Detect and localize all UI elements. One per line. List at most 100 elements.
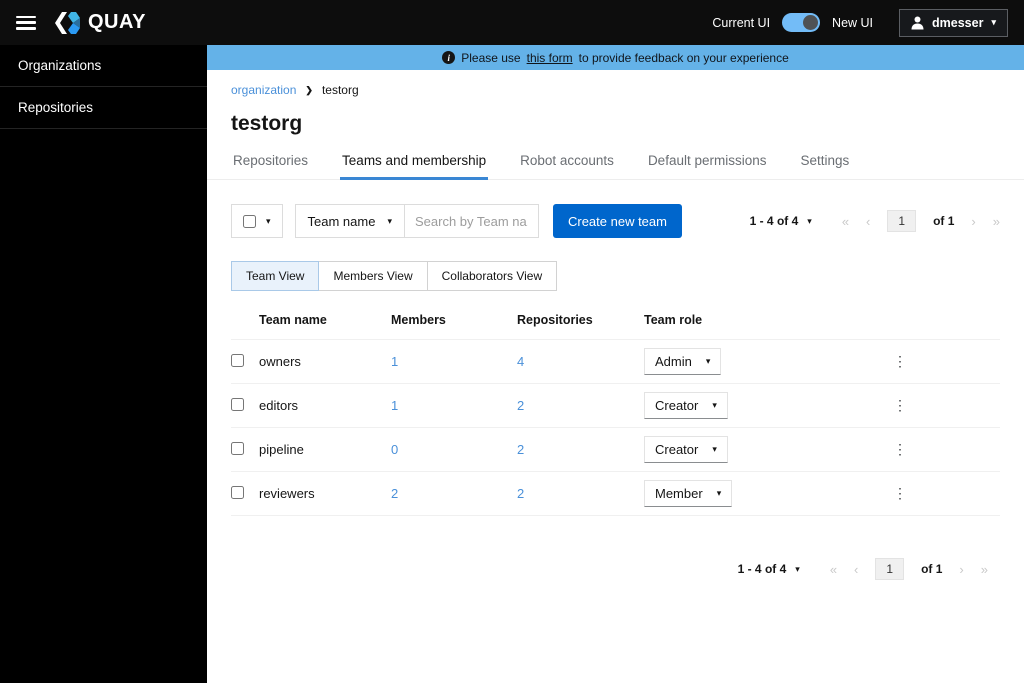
new-ui-label: New UI: [832, 15, 874, 30]
pagination-range: 1 - 4 of 4: [737, 562, 787, 576]
next-page-button[interactable]: ›: [971, 214, 975, 229]
team-role-value: Creator: [655, 398, 699, 413]
info-icon: i: [442, 51, 456, 64]
row-kebab-menu-icon[interactable]: ⋮: [889, 441, 911, 458]
user-icon: [911, 16, 924, 29]
page-title: testorg: [231, 112, 303, 135]
bulk-select-dropdown[interactable]: ▾: [231, 204, 283, 238]
breadcrumb-separator-icon: ❯: [305, 84, 313, 95]
members-count-link[interactable]: 1: [391, 354, 398, 369]
breadcrumb-organization-link[interactable]: organization: [231, 83, 296, 97]
brand-name: QUAY: [88, 11, 146, 33]
tab-settings[interactable]: Settings: [798, 144, 851, 180]
tab-robot-accounts[interactable]: Robot accounts: [518, 144, 616, 180]
members-count-link[interactable]: 1: [391, 398, 398, 413]
members-count-link[interactable]: 2: [391, 486, 398, 501]
last-page-button[interactable]: »: [993, 214, 1000, 229]
chevron-down-icon: ▾: [387, 215, 392, 226]
per-page-dropdown-icon[interactable]: ▾: [807, 216, 812, 227]
repositories-count-link[interactable]: 2: [517, 398, 524, 413]
ui-version-toggle[interactable]: [782, 13, 821, 32]
breadcrumb: organization ❯ testorg: [231, 83, 1000, 97]
tab-teams-and-membership[interactable]: Teams and membership: [340, 144, 489, 180]
column-header-team-name: Team name: [259, 303, 391, 340]
table-row: editors 1 2 Creator ▾ ⋮: [231, 383, 1000, 428]
first-page-button[interactable]: «: [830, 562, 837, 577]
row-checkbox[interactable]: [231, 353, 244, 367]
filter-type-dropdown[interactable]: Team name ▾: [294, 204, 405, 238]
feedback-form-link[interactable]: this form: [527, 51, 573, 65]
row-kebab-menu-icon[interactable]: ⋮: [889, 485, 911, 502]
current-ui-label: Current UI: [712, 15, 771, 30]
tab-default-permissions[interactable]: Default permissions: [646, 144, 769, 180]
view-toggle-group: Team View Members View Collaborators Vie…: [231, 261, 1000, 291]
row-kebab-menu-icon[interactable]: ⋮: [889, 397, 911, 414]
create-new-team-button[interactable]: Create new team: [552, 204, 682, 238]
per-page-dropdown-icon[interactable]: ▾: [795, 564, 800, 575]
team-name-cell: reviewers: [259, 471, 391, 516]
teams-table: Team name Members Repositories Team role…: [231, 303, 1000, 516]
chevron-down-icon: ▾: [705, 356, 711, 366]
team-name-cell: editors: [259, 383, 391, 428]
pagination-bottom: 1 - 4 of 4 ▾ « ‹ 1 of 1 › »: [738, 558, 988, 580]
sidebar-item-repositories[interactable]: Repositories: [0, 87, 207, 129]
column-header-repositories: Repositories: [517, 303, 644, 340]
team-search-input[interactable]: [404, 204, 539, 238]
repositories-count-link[interactable]: 4: [517, 354, 524, 369]
members-count-link[interactable]: 0: [391, 442, 398, 457]
chevron-down-icon: ▾: [991, 17, 996, 27]
row-checkbox[interactable]: [231, 441, 244, 455]
table-row: reviewers 2 2 Member ▾ ⋮: [231, 471, 1000, 516]
filter-type-label: Team name: [307, 213, 376, 229]
quay-logo[interactable]: QUAY: [54, 11, 146, 34]
table-row: pipeline 0 2 Creator ▾ ⋮: [231, 427, 1000, 472]
masthead: QUAY Current UI New UI dmesser ▾: [0, 0, 1024, 45]
table-row: owners 1 4 Admin ▾ ⋮: [231, 339, 1000, 384]
last-page-button[interactable]: »: [981, 562, 988, 577]
sidebar-item-organizations[interactable]: Organizations: [0, 45, 207, 87]
chevron-down-icon: ▾: [716, 488, 722, 498]
page-count-label: of 1: [921, 562, 943, 576]
team-name-cell: pipeline: [259, 427, 391, 472]
column-header-team-role: Team role: [644, 303, 889, 340]
first-page-button[interactable]: «: [842, 214, 849, 229]
current-page-input[interactable]: 1: [875, 558, 905, 580]
members-view-button[interactable]: Members View: [318, 261, 428, 291]
tab-repositories[interactable]: Repositories: [231, 144, 310, 180]
quay-logo-icon: [55, 11, 80, 34]
team-role-value: Creator: [655, 442, 699, 457]
chevron-down-icon: ▾: [266, 215, 271, 226]
team-view-button[interactable]: Team View: [231, 261, 320, 291]
previous-page-button[interactable]: ‹: [854, 562, 858, 577]
teams-toolbar: ▾ Team name ▾ Create new team 1 - 4 of 4…: [231, 204, 1000, 238]
row-kebab-menu-icon[interactable]: ⋮: [889, 353, 911, 370]
row-checkbox[interactable]: [231, 397, 244, 411]
repositories-count-link[interactable]: 2: [517, 442, 524, 457]
team-role-value: Admin: [655, 354, 692, 369]
hamburger-menu-icon[interactable]: [16, 15, 36, 30]
banner-text-before: Please use: [461, 50, 521, 65]
column-header-checkbox: [231, 303, 259, 340]
row-checkbox[interactable]: [231, 485, 244, 499]
column-header-members: Members: [391, 303, 517, 340]
team-role-select[interactable]: Member ▾: [644, 480, 733, 507]
next-page-button[interactable]: ›: [959, 562, 963, 577]
page-count-label: of 1: [933, 214, 955, 228]
banner-text-after: to provide feedback on your experience: [578, 50, 789, 65]
team-role-select[interactable]: Creator ▾: [644, 436, 728, 463]
collaborators-view-button[interactable]: Collaborators View: [426, 261, 558, 291]
team-role-select[interactable]: Creator ▾: [644, 392, 728, 419]
main-content: i Please use this form to provide feedba…: [207, 45, 1024, 683]
user-name: dmesser: [932, 15, 984, 30]
pagination-range: 1 - 4 of 4: [749, 214, 799, 228]
bulk-select-checkbox[interactable]: [243, 214, 256, 228]
breadcrumb-current: testorg: [321, 83, 359, 97]
org-tabs: Repositories Teams and membership Robot …: [207, 144, 1024, 180]
user-menu-dropdown[interactable]: dmesser ▾: [899, 8, 1008, 37]
team-role-select[interactable]: Admin ▾: [644, 348, 722, 375]
previous-page-button[interactable]: ‹: [866, 214, 870, 229]
team-role-value: Member: [655, 486, 703, 501]
chevron-down-icon: ▾: [712, 400, 717, 410]
current-page-input[interactable]: 1: [887, 210, 917, 232]
repositories-count-link[interactable]: 2: [517, 486, 524, 501]
